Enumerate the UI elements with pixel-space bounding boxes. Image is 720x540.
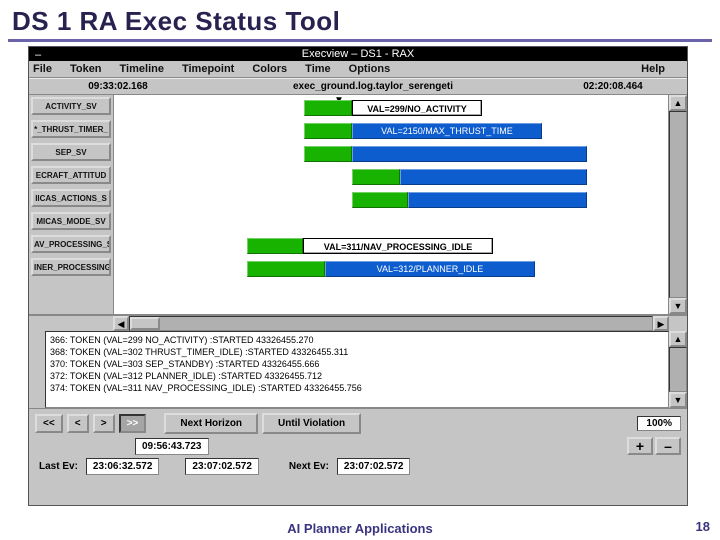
status-right-time: 02:20:08.464 xyxy=(543,81,683,92)
row-iicas-actions[interactable]: IICAS_ACTIONS_S xyxy=(31,189,111,207)
log-section: 366: TOKEN (VAL=299 NO_ACTIVITY) :STARTE… xyxy=(29,331,687,409)
timeline-section: ACTIVITY_SV *_THRUST_TIMER_ SEP_SV ECRAF… xyxy=(29,95,687,315)
zoom-out-button[interactable]: – xyxy=(655,437,681,455)
v-scrollbar[interactable]: ▲ ▼ xyxy=(669,95,687,314)
scroll-right-icon[interactable]: ▶ xyxy=(653,316,669,331)
status-center: exec_ground.log.taylor_serengeti xyxy=(203,81,543,92)
menu-timeline[interactable]: Timeline xyxy=(120,63,164,75)
token-max-thrust[interactable]: VAL=2150/MAX_THRUST_TIME xyxy=(352,123,542,139)
menu-colors[interactable]: Colors xyxy=(252,63,287,75)
scroll-down-icon[interactable]: ▼ xyxy=(669,298,687,314)
zoom-in-button[interactable]: + xyxy=(627,437,653,455)
menu-help[interactable]: Help xyxy=(641,63,665,75)
window-titlebar: – Execview – DS1 - RAX xyxy=(29,47,687,61)
token-nav-idle[interactable]: VAL=311/NAV_PROCESSING_IDLE xyxy=(303,238,493,254)
log-line: 370: TOKEN (VAL=303 SEP_STANDBY) :STARTE… xyxy=(50,358,664,370)
status-bar: 09:33:02.168 exec_ground.log.taylor_sere… xyxy=(29,78,687,95)
row-activity-sv[interactable]: ACTIVITY_SV xyxy=(31,97,111,115)
last-ev-label: Last Ev: xyxy=(39,461,78,472)
clock-field: 09:56:43.723 xyxy=(135,438,209,455)
page-number: 18 xyxy=(696,519,710,534)
title-underline xyxy=(8,39,712,42)
menu-timepoint[interactable]: Timepoint xyxy=(182,63,234,75)
controls-section: << < > >> Next Horizon Until Violation 1… xyxy=(29,409,687,479)
log-area[interactable]: 366: TOKEN (VAL=299 NO_ACTIVITY) :STARTE… xyxy=(45,331,669,408)
mid-time-field: 23:07:02.572 xyxy=(185,458,259,475)
log-line: 368: TOKEN (VAL=302 THRUST_TIMER_IDLE) :… xyxy=(50,346,664,358)
token-planner-idle[interactable]: VAL=312/PLANNER_IDLE xyxy=(325,261,535,277)
rewind-button[interactable]: << xyxy=(35,414,63,433)
menu-token[interactable]: Token xyxy=(70,63,102,75)
seg-thrust-1[interactable] xyxy=(304,123,352,139)
h-scroll-thumb[interactable] xyxy=(130,317,160,330)
log-v-scroll-track[interactable] xyxy=(669,347,687,392)
seg-nav-1[interactable] xyxy=(247,238,303,254)
menu-time[interactable]: Time xyxy=(305,63,330,75)
row-av-processing[interactable]: AV_PROCESSING_S xyxy=(31,235,111,253)
seg-iicas-1[interactable] xyxy=(352,192,408,208)
menubar: File Token Timeline Timepoint Colors Tim… xyxy=(29,61,687,78)
log-scroll-up-icon[interactable]: ▲ xyxy=(669,331,687,347)
log-line: 366: TOKEN (VAL=299 NO_ACTIVITY) :STARTE… xyxy=(50,334,664,346)
log-scroll-down-icon[interactable]: ▼ xyxy=(669,392,687,408)
seg-sep-1[interactable] xyxy=(304,146,352,162)
app-window: – Execview – DS1 - RAX File Token Timeli… xyxy=(28,46,688,506)
scroll-up-icon[interactable]: ▲ xyxy=(669,95,687,111)
seg-att-1[interactable] xyxy=(352,169,400,185)
next-horizon-button[interactable]: Next Horizon xyxy=(164,413,258,434)
h-scroll-track[interactable] xyxy=(129,316,653,331)
log-line: 372: TOKEN (VAL=312 PLANNER_IDLE) :START… xyxy=(50,370,664,382)
slide-title: DS 1 RA Exec Status Tool xyxy=(0,0,720,39)
scroll-left-icon[interactable]: ◀ xyxy=(113,316,129,331)
next-ev-label: Next Ev: xyxy=(289,461,329,472)
token-no-activity[interactable]: VAL=299/NO_ACTIVITY xyxy=(352,100,482,116)
next-button[interactable]: > xyxy=(93,414,115,433)
window-sys-icon[interactable]: – xyxy=(35,49,41,61)
seg-activity-1[interactable] xyxy=(304,100,352,116)
seg-plan-1[interactable] xyxy=(247,261,325,277)
row-micas-mode[interactable]: MICAS_MODE_SV xyxy=(31,212,111,230)
zoom-value: 100% xyxy=(637,416,681,431)
main-area: ACTIVITY_SV *_THRUST_TIMER_ SEP_SV ECRAF… xyxy=(29,95,687,505)
row-sep-sv[interactable]: SEP_SV xyxy=(31,143,111,161)
status-left-time: 09:33:02.168 xyxy=(33,81,203,92)
h-scrollbar[interactable]: ◀ ▶ xyxy=(29,315,687,331)
seg-iicas-2[interactable] xyxy=(408,192,587,208)
log-v-scrollbar[interactable]: ▲ ▼ xyxy=(669,331,687,408)
fast-forward-button[interactable]: >> xyxy=(119,414,147,433)
timeline-chart[interactable]: ▼ VAL=299/NO_ACTIVITY VAL=2150/MAX_THRUS… xyxy=(113,95,669,314)
menu-options[interactable]: Options xyxy=(349,63,391,75)
log-line: 374: TOKEN (VAL=311 NAV_PROCESSING_IDLE)… xyxy=(50,382,664,394)
last-ev-field[interactable]: 23:06:32.572 xyxy=(86,458,160,475)
v-scroll-track[interactable] xyxy=(669,111,687,298)
next-ev-field[interactable]: 23:07:02.572 xyxy=(337,458,411,475)
row-labels: ACTIVITY_SV *_THRUST_TIMER_ SEP_SV ECRAF… xyxy=(29,95,113,314)
until-violation-button[interactable]: Until Violation xyxy=(262,413,361,434)
seg-sep-2[interactable] xyxy=(352,146,587,162)
row-thrust-timer[interactable]: *_THRUST_TIMER_ xyxy=(31,120,111,138)
window-title: Execview – DS1 - RAX xyxy=(302,48,414,60)
row-ecraft-attitud[interactable]: ECRAFT_ATTITUD xyxy=(31,166,111,184)
slide-footer: AI Planner Applications xyxy=(0,521,720,536)
seg-att-2[interactable] xyxy=(400,169,587,185)
row-iner-processing[interactable]: INER_PROCESSING xyxy=(31,258,111,276)
menu-file[interactable]: File xyxy=(33,63,52,75)
prev-button[interactable]: < xyxy=(67,414,89,433)
